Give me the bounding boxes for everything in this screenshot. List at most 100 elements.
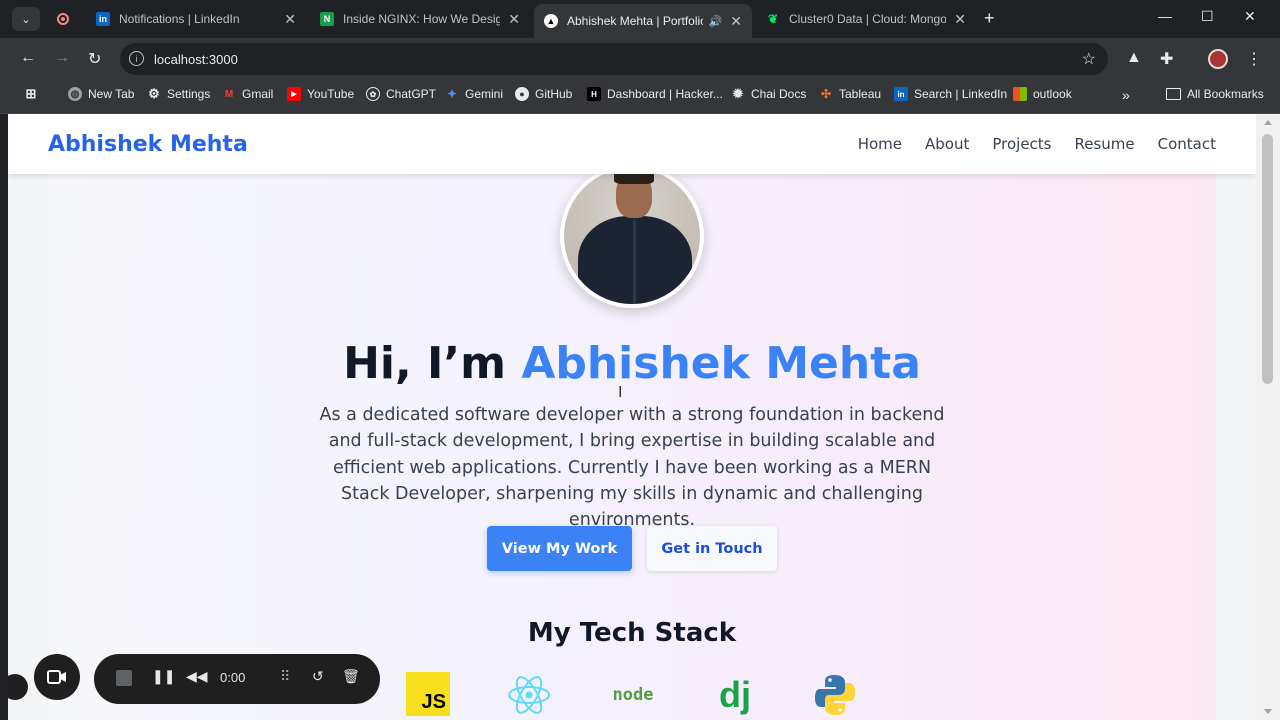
folder-icon (1166, 88, 1181, 100)
django-logo-text: dj (719, 674, 751, 715)
bookmark-label: ChatGPT (386, 87, 437, 101)
close-tab-icon[interactable]: ✕ (508, 11, 520, 28)
javascript-icon: JS (406, 672, 450, 716)
react-icon (506, 672, 552, 718)
scrollbar-thumb[interactable] (1262, 134, 1273, 384)
profile-avatar-icon[interactable] (1208, 49, 1228, 69)
new-tab-button[interactable]: + (984, 8, 995, 29)
reload-icon[interactable]: ↻ (88, 49, 101, 69)
nav-contact[interactable]: Contact (1158, 135, 1216, 153)
extensions-puzzle-icon[interactable]: ✚ (1160, 49, 1173, 69)
python-icon (812, 672, 858, 718)
apps-grid-icon[interactable]: ⊞ (24, 86, 44, 101)
view-my-work-button[interactable]: View My Work (487, 526, 632, 571)
site-nav-links: Home About Projects Resume Contact (858, 135, 1216, 153)
recorder-side-handle[interactable] (8, 674, 28, 700)
delete-recording-icon[interactable]: 🗑 (342, 668, 360, 685)
close-window-icon[interactable]: ✕ (1244, 8, 1256, 25)
tab-search-button[interactable]: ⌄ (12, 7, 40, 31)
hero-greeting: Hi, I’m (343, 338, 506, 389)
site-navbar: Abhishek Mehta Home About Projects Resum… (8, 114, 1256, 174)
linkedin-icon: in (96, 12, 110, 26)
extension-triangle-icon[interactable]: ▲ (1126, 49, 1142, 67)
recorder-controls: ❚❚ ◀◀ 0:00 ⠿ ↺ 🗑 (94, 654, 380, 704)
bookmark-label: Settings (167, 87, 211, 101)
tab-title: Notifications | LinkedIn (119, 12, 240, 26)
all-bookmarks-label: All Bookmarks (1187, 87, 1264, 101)
nodejs-icon: node (608, 672, 658, 718)
tab-nginx[interactable]: N Inside NGINX: How We Designe ✕ (310, 4, 530, 34)
globe-icon: ◍ (68, 87, 82, 101)
pause-icon[interactable]: ❚❚ (152, 668, 175, 685)
bookmark-tableau[interactable]: ✣ Tableau (819, 87, 881, 101)
gmail-icon: M (224, 88, 234, 100)
django-icon: dj (712, 672, 758, 718)
get-in-touch-button[interactable]: Get in Touch (647, 526, 777, 571)
tab-title: Abhishek Mehta | Portfolio (567, 14, 703, 28)
hero-description: As a dedicated software developer with a… (319, 405, 945, 531)
bookmark-label: Gmail (242, 87, 274, 101)
scroll-up-icon[interactable] (1264, 120, 1272, 125)
tab-title: Inside NGINX: How We Designe (343, 12, 501, 26)
tab-title: Cluster0 Data | Cloud: MongoD (789, 12, 947, 26)
menu-kebab-icon[interactable]: ⋮ (1246, 49, 1262, 69)
all-bookmarks-folder[interactable]: All Bookmarks (1166, 87, 1264, 101)
maximize-icon[interactable]: ☐ (1201, 8, 1214, 25)
bookmarks-bar: ⊞ ◍ New Tab ⚙ Settings M Gmail ▶ YouTube ✿ Ch… (0, 80, 1280, 114)
url-text: localhost:3000 (154, 51, 238, 67)
rewind-icon[interactable]: ◀◀ (186, 668, 208, 685)
bookmark-settings[interactable]: ⚙ Settings (147, 86, 211, 101)
tab-portfolio[interactable]: ▲ Abhishek Mehta | Portfolio 🔊 ✕ (534, 4, 752, 38)
nav-resume[interactable]: Resume (1075, 135, 1135, 153)
node-logo-text: node (612, 685, 654, 705)
scroll-down-icon[interactable] (1264, 709, 1272, 714)
recording-timer: 0:00 (220, 670, 246, 685)
restart-icon[interactable]: ↺ (312, 668, 324, 685)
forward-icon[interactable]: → (54, 49, 70, 67)
stop-recording-icon[interactable] (116, 670, 132, 686)
close-tab-icon[interactable]: ✕ (954, 11, 966, 28)
bookmark-gmail[interactable]: M Gmail (222, 87, 274, 101)
bookmark-gemini[interactable]: ✦ Gemini (445, 87, 503, 101)
browser-toolbar: ← → ↻ i localhost:3000 ☆ ▲ ✚ ⋮ (0, 38, 1280, 80)
windows-icon (1013, 87, 1027, 101)
minimize-icon[interactable]: — (1158, 8, 1172, 24)
tableau-icon: ✣ (820, 87, 832, 101)
bookmark-hackerrank[interactable]: H Dashboard | Hacker... (587, 87, 723, 101)
tech-stack-heading: My Tech Stack (527, 618, 737, 648)
bookmark-linkedin-search[interactable]: in Search | LinkedIn (894, 87, 1007, 101)
bookmark-label: Gemini (465, 87, 504, 101)
bookmark-youtube[interactable]: ▶ YouTube (287, 87, 354, 101)
profile-photo (560, 164, 704, 308)
tab-linkedin-notifications[interactable]: in Notifications | LinkedIn ✕ (86, 4, 306, 34)
more-bookmarks-chevron-icon[interactable]: » (1122, 87, 1130, 103)
bookmark-github[interactable]: ● GitHub (515, 87, 572, 101)
bookmark-star-icon[interactable]: ☆ (1082, 49, 1096, 69)
hackerrank-icon: H (587, 87, 601, 101)
close-tab-icon[interactable]: ✕ (730, 13, 742, 30)
nginx-icon: N (320, 12, 334, 26)
bookmark-new-tab[interactable]: ◍ New Tab (68, 87, 134, 101)
bookmark-chatgpt[interactable]: ✿ ChatGPT (366, 87, 436, 101)
recorder-camera-button[interactable] (34, 654, 80, 700)
nav-home[interactable]: Home (858, 135, 902, 153)
bookmark-outlook[interactable]: outlook (1013, 87, 1072, 101)
tab-mongodb[interactable]: ❦ Cluster0 Data | Cloud: MongoD ✕ (756, 4, 976, 34)
nav-about[interactable]: About (925, 135, 969, 153)
site-info-icon[interactable]: i (129, 51, 144, 66)
bookmark-label: outlook (1033, 87, 1072, 101)
nav-projects[interactable]: Projects (992, 135, 1051, 153)
close-tab-icon[interactable]: ✕ (284, 11, 296, 28)
page-viewport: Hi, I’m Abhishek Mehta I As a dedicated … (8, 114, 1256, 720)
drag-handle-icon[interactable]: ⠿ (280, 668, 290, 685)
speaker-icon[interactable]: 🔊 (709, 15, 723, 28)
site-logo[interactable]: Abhishek Mehta (48, 132, 248, 157)
bookmark-chai-docs[interactable]: ✹ Chai Docs (731, 86, 807, 101)
address-bar[interactable]: i localhost:3000 ☆ (120, 43, 1108, 75)
hero-heading: Hi, I’m Abhishek Mehta (8, 338, 1256, 389)
gemini-icon: ✦ (446, 87, 458, 101)
bookmark-label: Search | LinkedIn (914, 87, 1008, 101)
back-icon[interactable]: ← (20, 49, 36, 67)
bookmark-label: Dashboard | Hacker... (607, 87, 723, 101)
page-scrollbar[interactable] (1256, 114, 1280, 720)
